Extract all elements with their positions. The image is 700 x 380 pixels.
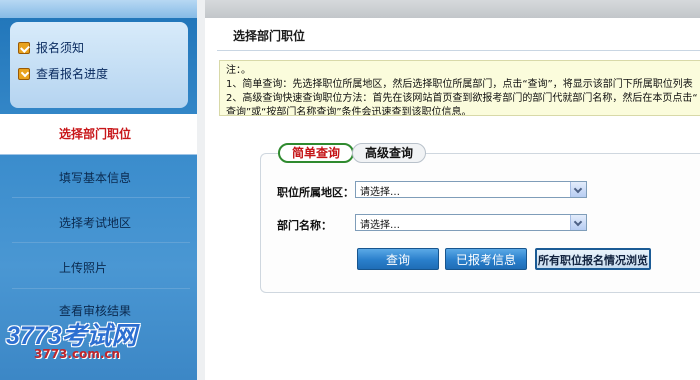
main-panel: 选择部门职位 注：。 1、简单查询：先选择职位所属地区，然后选择职位所属部门，点…	[205, 0, 700, 380]
site-watermark: 3773考试网 3773.com.cn	[6, 316, 186, 376]
chevron-down-icon	[570, 182, 586, 197]
region-field-label: 职位所属地区：	[277, 186, 354, 199]
download-icon	[18, 68, 30, 80]
notice-line: 查询”或“按部门名称查询”条件会迅速查到该职位信息。	[226, 107, 472, 116]
region-select-value: 请选择…	[360, 187, 400, 198]
quick-links-panel: 报名须知 查看报名进度	[10, 22, 188, 108]
title-bar: 选择部门职位	[217, 18, 700, 51]
notice-line: 1、简单查询：先选择职位所属地区，然后选择职位所属部门，点击“查询”，将显示该部…	[226, 79, 693, 90]
nav-item-label: 选择部门职位	[59, 127, 132, 141]
query-button[interactable]: 查询	[357, 248, 439, 270]
nav-item-label: 选择考试地区	[59, 216, 132, 230]
applied-info-button[interactable]: 已报考信息	[445, 248, 527, 270]
link-registration-notes[interactable]: 报名须知	[18, 40, 85, 56]
link-check-progress[interactable]: 查看报名进度	[18, 66, 109, 82]
tab-simple-query[interactable]: 简单查询	[278, 143, 354, 163]
nav-item-label: 填写基本信息	[59, 171, 132, 185]
browse-all-button[interactable]: 所有职位报名情况浏览	[535, 248, 651, 270]
main-header-band	[205, 0, 700, 18]
sidebar: 报名须知 查看报名进度 选择部门职位 填写基本信息 选择考试地区 上传照片 查看…	[0, 0, 197, 380]
notice-line: 2、高级查询快速查询职位方法：首先在该网站首页查到欲报考部门的部门代就部门名称，…	[226, 93, 698, 104]
department-select-value: 请选择…	[360, 220, 400, 231]
nav-divider	[12, 288, 190, 289]
notice-box: 注：。 1、简单查询：先选择职位所属地区，然后选择职位所属部门，点击“查询”，将…	[219, 60, 700, 116]
chevron-down-icon	[570, 215, 586, 230]
nav-item-label: 上传照片	[59, 261, 108, 275]
notice-line: 注：。	[226, 65, 251, 76]
check-icon	[18, 42, 30, 54]
nav-item-upload-photo[interactable]: 上传照片	[0, 248, 197, 288]
page-title: 选择部门职位	[233, 29, 306, 43]
link-registration-notes-label: 报名须知	[36, 41, 85, 55]
watermark-url: 3773.com.cn	[34, 347, 121, 361]
region-select[interactable]: 请选择…	[355, 181, 587, 198]
nav-item-basic-info[interactable]: 填写基本信息	[0, 158, 197, 198]
sidebar-header-band	[0, 0, 197, 18]
nav-item-exam-region[interactable]: 选择考试地区	[0, 203, 197, 243]
link-check-progress-label: 查看报名进度	[36, 67, 109, 81]
nav-item-select-position[interactable]: 选择部门职位	[0, 114, 197, 154]
department-field-label: 部门名称：	[277, 219, 332, 232]
tab-advanced-query[interactable]: 高级查询	[352, 143, 426, 163]
department-select[interactable]: 请选择…	[355, 214, 587, 231]
